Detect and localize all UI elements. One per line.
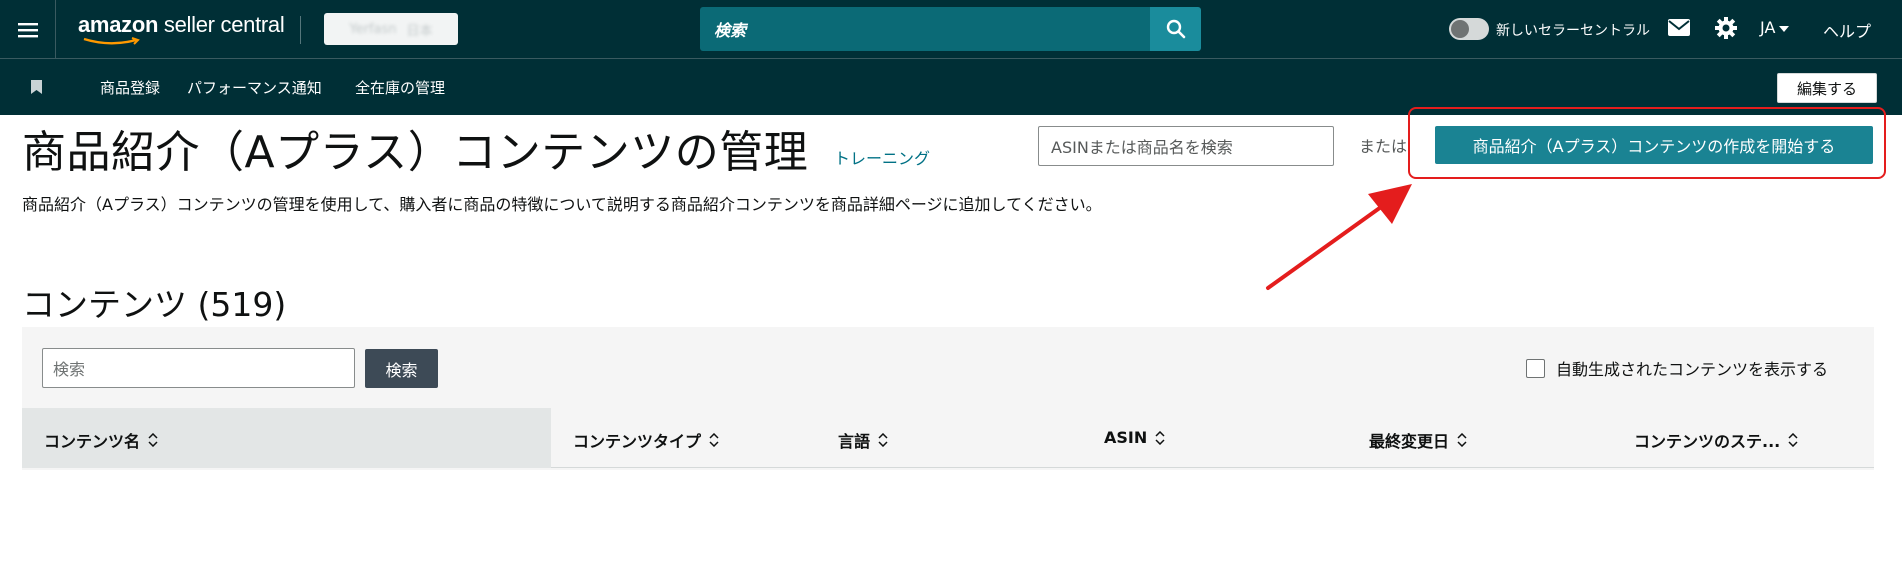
mail-icon[interactable] [1668, 19, 1690, 36]
global-search-input[interactable]: 検索 [700, 7, 1150, 51]
contents-section-title: コンテンツ (519) [22, 285, 287, 324]
sort-icon [709, 433, 719, 447]
language-selector[interactable]: JA [1760, 18, 1790, 37]
account-name: Yerfasn [349, 21, 397, 37]
nav-item-product-listing[interactable]: 商品登録 [100, 77, 160, 98]
or-text: または [1359, 137, 1408, 156]
help-link[interactable]: ヘルプ [1823, 18, 1871, 42]
contents-table-header: コンテンツ名 コンテンツタイプ 言語 ASIN 最終変更日 コンテンツのステ..… [22, 408, 1874, 468]
column-header-last-modified[interactable]: 最終変更日 [1369, 428, 1467, 452]
nav-item-performance-notifications[interactable]: パフォーマンス通知 [187, 77, 322, 98]
sort-icon [1155, 430, 1165, 445]
contents-search-button[interactable]: 検索 [365, 349, 438, 388]
bookmark-icon[interactable] [31, 80, 42, 94]
column-header-content-type[interactable]: コンテンツタイプ [573, 428, 719, 452]
sort-icon [1788, 433, 1798, 447]
seller-central-logo[interactable]: amazon seller central [78, 12, 288, 50]
page-description: 商品紹介（Aプラス）コンテンツの管理を使用して、購入者に商品の特徴について説明す… [22, 195, 1102, 214]
page-title: 商品紹介（Aプラス）コンテンツの管理 [22, 127, 809, 178]
hamburger-menu-icon[interactable] [0, 0, 56, 59]
chevron-down-icon [1779, 25, 1790, 32]
column-header-language[interactable]: 言語 [838, 428, 888, 452]
sort-icon [878, 433, 888, 447]
gear-icon[interactable] [1714, 16, 1738, 40]
asin-search-input[interactable]: ASINまたは商品名を検索 [1038, 126, 1334, 166]
column-header-content-name[interactable]: コンテンツ名 [44, 428, 158, 452]
column-header-asin[interactable]: ASIN [1104, 428, 1165, 447]
sort-icon [1457, 433, 1467, 447]
search-button[interactable] [1150, 7, 1201, 51]
logo-smile-icon [83, 37, 140, 45]
account-switcher[interactable]: Yerfasn 日本 [324, 13, 458, 45]
new-seller-central-toggle[interactable] [1449, 18, 1489, 40]
nav-item-manage-inventory[interactable]: 全在庫の管理 [355, 77, 445, 98]
column-header-content-status[interactable]: コンテンツのステ... [1634, 428, 1798, 452]
top-header: amazon seller central Yerfasn 日本 検索 新しいセ… [0, 0, 1902, 59]
account-marketplace: 日本 [406, 23, 433, 39]
sort-icon [148, 433, 158, 447]
auto-generated-label[interactable]: 自動生成されたコンテンツを表示する [1556, 356, 1828, 380]
edit-nav-button[interactable]: 編集する [1777, 73, 1877, 103]
logo-product-text: seller central [158, 12, 285, 37]
annotation-arrow-icon [1266, 184, 1412, 290]
auto-generated-checkbox[interactable] [1526, 359, 1545, 378]
global-search: 検索 [700, 7, 1201, 51]
contents-search-input[interactable]: 検索 [42, 348, 355, 388]
search-icon [1166, 19, 1185, 39]
toggle-label: 新しいセラーセントラル [1496, 23, 1650, 39]
training-link[interactable]: トレーニング [834, 145, 930, 169]
logo-divider [300, 16, 301, 44]
logo-brand-text: amazon [78, 12, 159, 37]
annotation-highlight-box [1408, 107, 1886, 179]
